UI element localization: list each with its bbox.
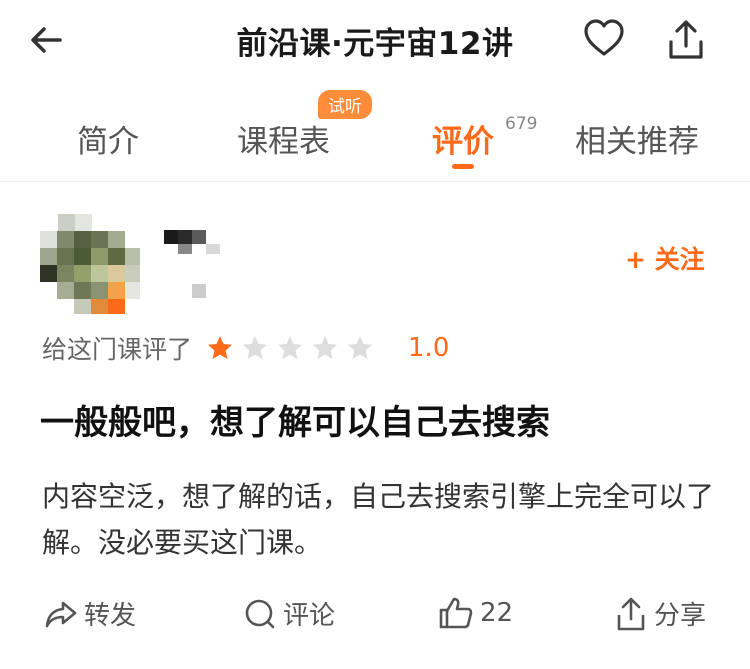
star-filled-icon [208,336,233,359]
forward-button[interactable]: 转发 [44,595,136,632]
forward-label: 转发 [84,601,137,631]
trial-badge: 试听 [318,90,372,119]
share-label: 分享 [654,601,707,631]
like-count: 22 [480,598,514,628]
follow-button[interactable]: + 关注 [625,240,705,276]
star-empty-icon [313,336,338,359]
thumbs-up-icon [439,597,473,629]
tab-review[interactable]: 评价 [432,116,494,161]
comment-button[interactable]: 评论 [243,595,335,632]
star-empty-icon [278,336,303,359]
tab-intro[interactable]: 简介 [77,116,139,161]
review-title: 一般般吧，想了解可以自己去搜索 [40,403,550,443]
forward-icon [45,601,77,627]
top-bar: 前沿课·元宇宙12讲 [0,0,750,84]
star-rating [206,334,381,362]
star-empty-icon [348,336,373,359]
share-icon [617,597,645,630]
rating-row: 给这门课评了 1.0 [42,330,449,366]
username-pixelated[interactable] [164,226,224,302]
tab-bar: 简介 课程表 试听 评价 679 相关推荐 [0,84,750,182]
rating-prefix: 给这门课评了 [42,335,193,364]
active-tab-indicator [452,164,474,169]
tab-schedule[interactable]: 课程表 [237,116,330,161]
comment-label: 评论 [283,601,336,631]
review-body: 内容空泛，想了解的话，自己去搜索引擎上完全可以了解。没必要买这门课。 [42,480,715,559]
action-bar: 转发 评论 22 分享 [0,595,750,645]
tab-related[interactable]: 相关推荐 [575,116,699,161]
avatar[interactable] [40,214,140,314]
share-icon[interactable] [665,18,707,62]
like-button[interactable]: 22 [438,595,513,631]
review-count: 679 [505,114,538,134]
page-title: 前沿课·元宇宙12讲 [236,26,514,62]
star-empty-icon [243,336,268,359]
comment-icon [245,599,275,628]
share-button[interactable]: 分享 [614,595,706,632]
favorite-heart-icon[interactable] [582,18,626,58]
rating-score: 1.0 [408,333,450,363]
